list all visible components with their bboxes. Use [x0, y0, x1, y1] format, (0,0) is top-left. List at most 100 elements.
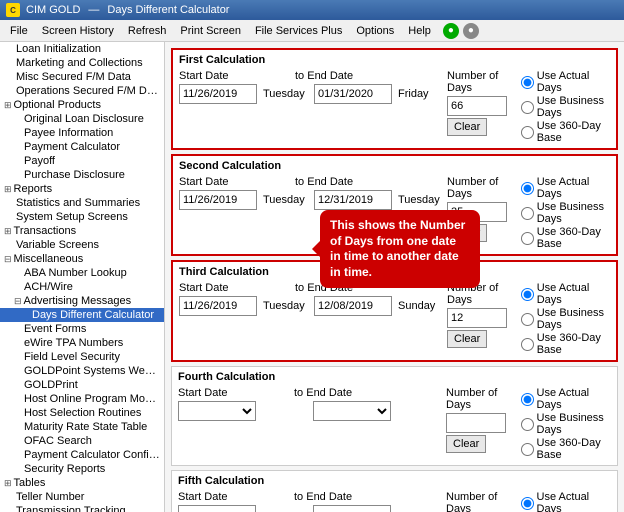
- radio-actual-1[interactable]: Use Actual Days: [521, 70, 610, 94]
- sidebar-item-purchase[interactable]: Purchase Disclosure: [0, 168, 164, 182]
- title-separator: —: [88, 4, 99, 16]
- end-date-select-4[interactable]: [313, 401, 391, 421]
- sidebar-item-host-monitor[interactable]: Host Online Program Monitor: [0, 392, 164, 406]
- gray-circle-icon[interactable]: ●: [463, 23, 479, 39]
- second-calc-title: Second Calculation: [179, 160, 610, 172]
- sidebar-group-tables[interactable]: ⊞Tables: [0, 476, 164, 490]
- sidebar-item-payment-config[interactable]: Payment Calculator Configuration: [0, 448, 164, 462]
- menu-file[interactable]: File: [4, 23, 34, 39]
- radio-actual-5[interactable]: Use Actual Days: [521, 491, 611, 512]
- expander-icon-adv: ⊟: [14, 296, 22, 307]
- radio-360-4[interactable]: Use 360-Day Base: [521, 437, 611, 461]
- menu-options[interactable]: Options: [350, 23, 400, 39]
- sidebar-item-payee[interactable]: Payee Information: [0, 126, 164, 140]
- start-day-label-1: Tuesday: [263, 88, 308, 100]
- sidebar-item-system-setup[interactable]: System Setup Screens: [0, 210, 164, 224]
- sidebar-item-goldprint[interactable]: GOLDPrint: [0, 378, 164, 392]
- expander-icon-tables: ⊞: [4, 478, 12, 489]
- sidebar-item-teller[interactable]: Teller Number: [0, 490, 164, 504]
- clear-button-3[interactable]: Clear: [447, 330, 487, 348]
- menu-refresh[interactable]: Refresh: [122, 23, 173, 39]
- menu-help[interactable]: Help: [402, 23, 437, 39]
- green-circle-icon[interactable]: ●: [443, 23, 459, 39]
- sidebar-item-event-forms[interactable]: Event Forms: [0, 322, 164, 336]
- end-date-select-5[interactable]: [313, 505, 391, 512]
- sidebar-item-goldpoint-web[interactable]: GOLDPoint Systems Web Page: [0, 364, 164, 378]
- sidebar-group-reports[interactable]: ⊞Reports: [0, 182, 164, 196]
- menu-print-screen[interactable]: Print Screen: [174, 23, 247, 39]
- radio-business-1[interactable]: Use Business Days: [521, 95, 610, 119]
- radio-360-3[interactable]: Use 360-Day Base: [521, 332, 610, 356]
- radio-360-2[interactable]: Use 360-Day Base: [521, 226, 610, 250]
- end-day-label-2: Tuesday: [398, 194, 443, 206]
- sidebar-item-aba[interactable]: ABA Number Lookup: [0, 266, 164, 280]
- radio-business-4[interactable]: Use Business Days: [521, 412, 611, 436]
- sidebar-item-payment-calc[interactable]: Payment Calculator: [0, 140, 164, 154]
- start-date-select-4[interactable]: [178, 401, 256, 421]
- window-title: Days Different Calculator: [107, 4, 229, 16]
- to-end-date-label-1: to End Date: [295, 70, 353, 82]
- sidebar-item-ops-secured[interactable]: Operations Secured F/M Data: [0, 84, 164, 98]
- end-date-input-3[interactable]: [314, 296, 392, 316]
- sidebar-item-transmission[interactable]: Transmission Tracking: [0, 504, 164, 512]
- start-date-input-2[interactable]: [179, 190, 257, 210]
- clear-button-1[interactable]: Clear: [447, 118, 487, 136]
- sidebar-item-security-reports[interactable]: Security Reports: [0, 462, 164, 476]
- radio-360-1[interactable]: Use 360-Day Base: [521, 120, 610, 144]
- num-days-label-1: Number of Days: [447, 70, 511, 94]
- clear-button-4[interactable]: Clear: [446, 435, 486, 453]
- radio-actual-4[interactable]: Use Actual Days: [521, 387, 611, 411]
- num-days-input-3[interactable]: [447, 308, 507, 328]
- sidebar-item-payoff[interactable]: Payoff: [0, 154, 164, 168]
- end-day-label-3: Sunday: [398, 300, 443, 312]
- end-day-label-1: Friday: [398, 88, 443, 100]
- num-days-label-2: Number of Days: [447, 176, 511, 200]
- num-days-input-4[interactable]: [446, 413, 506, 433]
- start-date-input-3[interactable]: [179, 296, 257, 316]
- start-date-label-3: Start Date: [179, 282, 239, 294]
- sidebar-item-variable-screens[interactable]: Variable Screens: [0, 238, 164, 252]
- sidebar-group-misc[interactable]: ⊟Miscellaneous: [0, 252, 164, 266]
- radio-business-3[interactable]: Use Business Days: [521, 307, 610, 331]
- start-date-select-5[interactable]: [178, 505, 256, 512]
- start-date-label-4: Start Date: [178, 387, 238, 399]
- sidebar-item-ofac[interactable]: OFAC Search: [0, 434, 164, 448]
- sidebar-item-host-selection[interactable]: Host Selection Routines: [0, 406, 164, 420]
- sidebar-item-ach[interactable]: ACH/Wire: [0, 280, 164, 294]
- end-date-input-2[interactable]: [314, 190, 392, 210]
- num-days-input-1[interactable]: [447, 96, 507, 116]
- sidebar-item-loan-init[interactable]: Loan Initialization: [0, 42, 164, 56]
- end-date-input-1[interactable]: [314, 84, 392, 104]
- sidebar-item-days-calc[interactable]: Days Different Calculator: [0, 308, 164, 322]
- radio-business-2[interactable]: Use Business Days: [521, 201, 610, 225]
- app-name: CIM GOLD: [26, 4, 80, 16]
- start-date-label-1: Start Date: [179, 70, 239, 82]
- expander-icon-misc: ⊟: [4, 254, 12, 265]
- app-icon: C: [6, 3, 20, 17]
- sidebar-item-marketing[interactable]: Marketing and Collections: [0, 56, 164, 70]
- expander-icon-reports: ⊞: [4, 184, 12, 195]
- first-calculation-section: First Calculation Start Date to End Date…: [171, 48, 618, 150]
- radio-actual-3[interactable]: Use Actual Days: [521, 282, 610, 306]
- sidebar-item-orig-loan[interactable]: Original Loan Disclosure: [0, 112, 164, 126]
- start-day-label-3: Tuesday: [263, 300, 308, 312]
- sidebar-item-field-security[interactable]: Field Level Security: [0, 350, 164, 364]
- num-days-label-4: Number of Days: [446, 387, 511, 411]
- sidebar-item-stats[interactable]: Statistics and Summaries: [0, 196, 164, 210]
- sidebar-group-transactions[interactable]: ⊞Transactions: [0, 224, 164, 238]
- radio-actual-2[interactable]: Use Actual Days: [521, 176, 610, 200]
- content-area: This shows the Number of Days from one d…: [165, 42, 624, 512]
- menu-file-services[interactable]: File Services Plus: [249, 23, 348, 39]
- start-date-label-5: Start Date: [178, 491, 238, 503]
- tooltip-bubble: This shows the Number of Days from one d…: [320, 210, 480, 288]
- sidebar-group-optional[interactable]: ⊞Optional Products: [0, 98, 164, 112]
- expander-icon: ⊞: [4, 100, 12, 111]
- menu-screen-history[interactable]: Screen History: [36, 23, 120, 39]
- sidebar-group-advertising[interactable]: ⊟Advertising Messages: [0, 294, 164, 308]
- start-date-input-1[interactable]: [179, 84, 257, 104]
- sidebar-item-maturity[interactable]: Maturity Rate State Table: [0, 420, 164, 434]
- start-day-label-2: Tuesday: [263, 194, 308, 206]
- sidebar-item-ewire[interactable]: eWire TPA Numbers: [0, 336, 164, 350]
- sidebar-item-misc-secured[interactable]: Misc Secured F/M Data: [0, 70, 164, 84]
- expander-icon-trans: ⊞: [4, 226, 12, 237]
